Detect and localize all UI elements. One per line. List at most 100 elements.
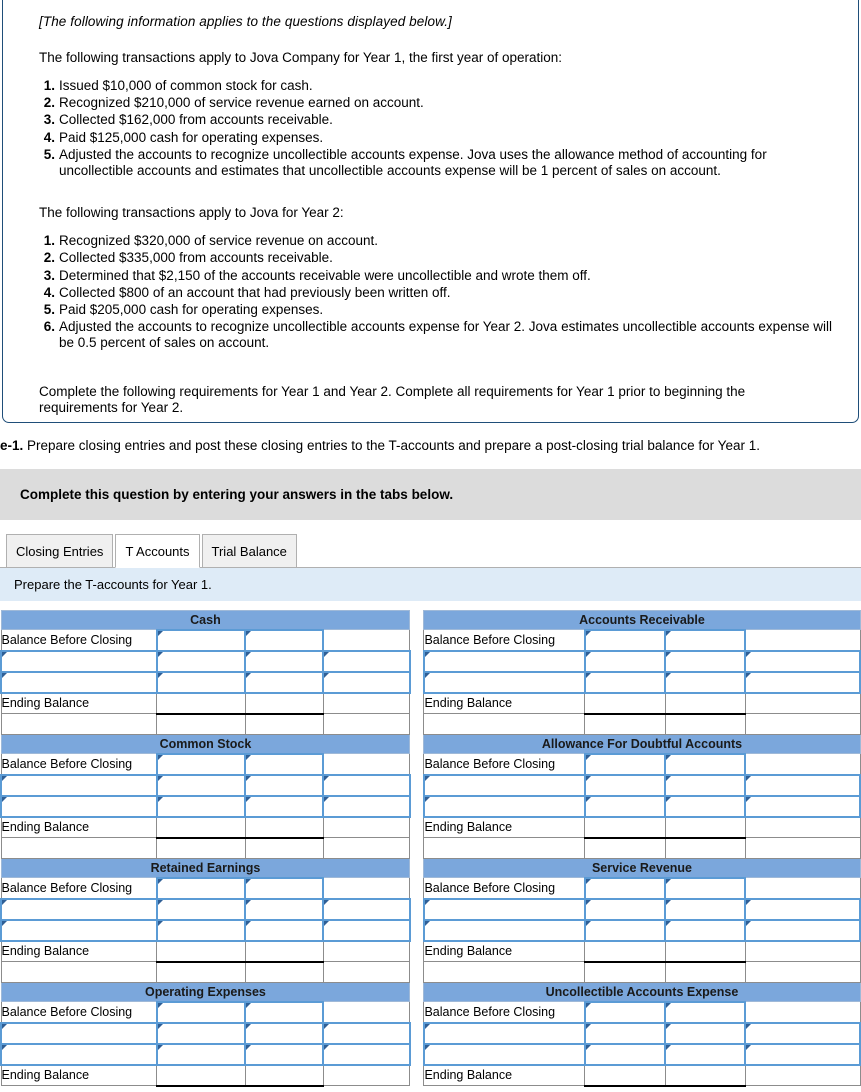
debit-input[interactable]	[583, 897, 667, 921]
credit-input[interactable]	[664, 794, 747, 818]
debit-input[interactable]	[155, 918, 247, 942]
ending-credit-total	[664, 692, 746, 715]
tab-closing-entries[interactable]: Closing Entries	[6, 534, 114, 568]
entry-description-input[interactable]	[0, 794, 158, 818]
credit-input[interactable]	[244, 918, 325, 942]
debit-input[interactable]	[583, 1021, 667, 1045]
entry-description-input[interactable]	[422, 649, 586, 673]
balance-input[interactable]	[322, 649, 411, 673]
credit-input[interactable]	[664, 1000, 747, 1024]
debit-input[interactable]	[583, 670, 667, 694]
entry-description-input[interactable]	[0, 670, 158, 694]
debit-input[interactable]	[583, 752, 667, 776]
transaction-item: 1. Issued $10,000 of common stock for cas…	[39, 78, 836, 94]
credit-input[interactable]	[244, 876, 325, 900]
balance-input[interactable]	[744, 649, 861, 673]
credit-input[interactable]	[244, 794, 325, 818]
entry-description-input[interactable]	[422, 773, 586, 797]
debit-input[interactable]	[583, 628, 667, 652]
credit-input[interactable]	[244, 752, 325, 776]
entry-row	[0, 670, 861, 694]
entry-description-input[interactable]	[422, 918, 586, 942]
balance-input[interactable]	[322, 794, 411, 818]
column-spacer	[409, 858, 424, 878]
debit-input[interactable]	[155, 1000, 247, 1024]
credit-input[interactable]	[244, 1042, 325, 1066]
credit-input[interactable]	[244, 773, 325, 797]
debit-input[interactable]	[155, 628, 247, 652]
credit-input[interactable]	[664, 670, 747, 694]
balance-input[interactable]	[322, 897, 411, 921]
balance-input[interactable]	[744, 773, 861, 797]
row-label-balance-before-closing: Balance Before Closing	[423, 1001, 586, 1023]
entry-description-input[interactable]	[0, 897, 158, 921]
ending-credit-total	[244, 816, 324, 839]
credit-input[interactable]	[664, 918, 747, 942]
credit-input[interactable]	[664, 1021, 747, 1045]
balance-input[interactable]	[322, 918, 411, 942]
entry-description-input[interactable]	[0, 918, 158, 942]
credit-input[interactable]	[244, 1021, 325, 1045]
debit-input[interactable]	[583, 773, 667, 797]
empty-cell	[744, 713, 861, 735]
tab-t-accounts[interactable]: T Accounts	[115, 534, 200, 568]
row-label-ending-balance: Ending Balance	[0, 816, 158, 838]
debit-input[interactable]	[583, 1042, 667, 1066]
credit-input[interactable]	[664, 628, 747, 652]
credit-input[interactable]	[664, 649, 747, 673]
debit-input[interactable]	[583, 876, 667, 900]
entry-row	[0, 649, 861, 673]
credit-input[interactable]	[664, 897, 747, 921]
debit-input[interactable]	[155, 670, 247, 694]
debit-input[interactable]	[155, 897, 247, 921]
info-italic-note: [The following information applies to th…	[39, 14, 452, 29]
debit-input[interactable]	[155, 649, 247, 673]
credit-input[interactable]	[244, 649, 325, 673]
debit-input[interactable]	[155, 1021, 247, 1045]
balance-input[interactable]	[744, 1021, 861, 1045]
credit-input[interactable]	[664, 752, 747, 776]
credit-input[interactable]	[664, 876, 747, 900]
debit-input[interactable]	[155, 794, 247, 818]
balance-input[interactable]	[322, 1042, 411, 1066]
debit-input[interactable]	[155, 773, 247, 797]
empty-cell	[744, 961, 861, 983]
ending-debit-total	[584, 816, 666, 839]
credit-input[interactable]	[664, 1042, 747, 1066]
balance-input[interactable]	[322, 670, 411, 694]
credit-input[interactable]	[244, 670, 325, 694]
balance-input[interactable]	[744, 794, 861, 818]
debit-input[interactable]	[583, 794, 667, 818]
debit-input[interactable]	[583, 918, 667, 942]
entry-description-input[interactable]	[0, 1042, 158, 1066]
balance-input[interactable]	[744, 1042, 861, 1066]
requirement-id: e-1.	[0, 438, 24, 453]
entry-description-input[interactable]	[0, 773, 158, 797]
entry-description-input[interactable]	[422, 897, 586, 921]
entry-description-input[interactable]	[422, 670, 586, 694]
balance-input[interactable]	[322, 1021, 411, 1045]
credit-input[interactable]	[664, 773, 747, 797]
entry-description-input[interactable]	[422, 1021, 586, 1045]
column-spacer	[409, 1001, 424, 1023]
debit-input[interactable]	[155, 1042, 247, 1066]
balance-input[interactable]	[744, 670, 861, 694]
debit-input[interactable]	[583, 1000, 667, 1024]
credit-input[interactable]	[244, 1000, 325, 1024]
credit-input[interactable]	[244, 628, 325, 652]
entry-description-input[interactable]	[0, 649, 158, 673]
balance-input[interactable]	[322, 773, 411, 797]
entry-description-input[interactable]	[422, 794, 586, 818]
entry-description-input[interactable]	[422, 1042, 586, 1066]
entry-description-input[interactable]	[0, 1021, 158, 1045]
ending-debit-total	[584, 692, 666, 715]
balance-input[interactable]	[744, 897, 861, 921]
credit-input[interactable]	[244, 897, 325, 921]
balance-input[interactable]	[744, 918, 861, 942]
debit-input[interactable]	[583, 649, 667, 673]
entry-row	[0, 794, 861, 818]
debit-input[interactable]	[155, 876, 247, 900]
debit-input[interactable]	[155, 752, 247, 776]
tab-trial-balance[interactable]: Trial Balance	[201, 534, 297, 568]
transaction-number: 5.	[43, 302, 55, 318]
